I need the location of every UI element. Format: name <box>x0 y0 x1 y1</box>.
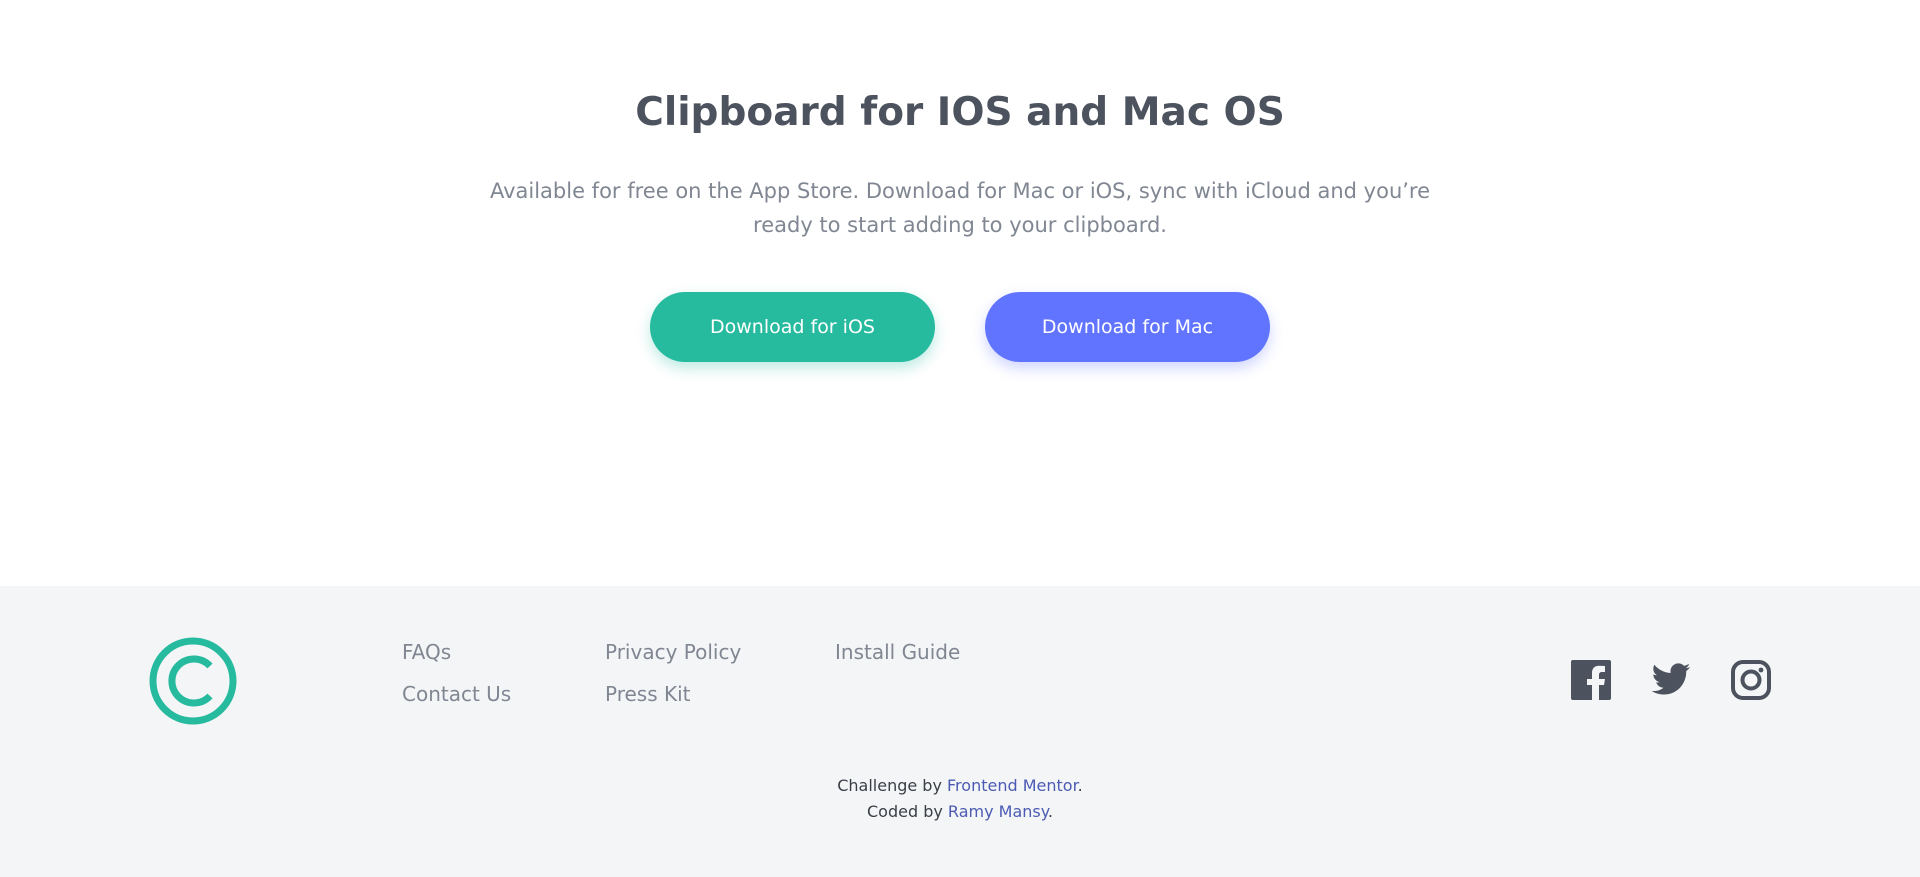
coder-credit-prefix: Coded by <box>867 802 948 821</box>
challenge-credit: Challenge by Frontend Mentor. <box>0 774 1920 798</box>
footer-link-faqs[interactable]: FAQs <box>402 638 451 666</box>
facebook-icon[interactable] <box>1570 659 1612 701</box>
coder-credit: Coded by Ramy Mansy. <box>0 800 1920 824</box>
section-description: Available for free on the App Store. Dow… <box>489 179 1431 237</box>
page: Clipboard for IOS and Mac OS Available f… <box>0 0 1920 877</box>
download-mac-button[interactable]: Download for Mac <box>985 292 1270 362</box>
footer-link-contact-us[interactable]: Contact Us <box>402 680 511 708</box>
challenge-credit-suffix: . <box>1077 776 1083 795</box>
author-link[interactable]: Ramy Mansy <box>948 802 1048 821</box>
section-title: Clipboard for IOS and Mac OS <box>635 90 1285 135</box>
twitter-icon[interactable] <box>1650 659 1692 701</box>
download-ios-button[interactable]: Download for iOS <box>650 292 935 362</box>
frontend-mentor-link[interactable]: Frontend Mentor <box>947 776 1078 795</box>
footer: FAQs Contact Us Privacy Policy Press Kit… <box>0 586 1920 877</box>
instagram-icon[interactable] <box>1730 659 1772 701</box>
footer-link-install-guide[interactable]: Install Guide <box>835 638 960 666</box>
challenge-credit-prefix: Challenge by <box>837 776 948 795</box>
coder-credit-suffix: . <box>1047 802 1053 821</box>
download-section: Clipboard for IOS and Mac OS Available f… <box>0 0 1920 586</box>
footer-link-privacy-policy[interactable]: Privacy Policy <box>605 638 741 666</box>
footer-link-press-kit[interactable]: Press Kit <box>605 680 691 708</box>
clipboard-logo-icon[interactable] <box>148 636 238 726</box>
